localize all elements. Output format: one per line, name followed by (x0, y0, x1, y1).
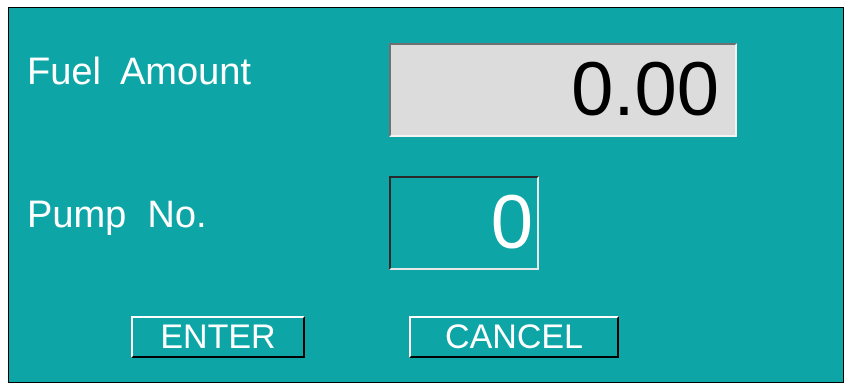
cancel-button[interactable]: CANCEL (409, 316, 619, 358)
pump-no-field[interactable]: 0 (389, 176, 539, 270)
fuel-amount-field[interactable]: 0.00 (389, 43, 737, 137)
pump-no-label: Pump No. (27, 194, 207, 236)
fuel-entry-panel: Fuel Amount 0.00 Pump No. 0 ENTER CANCEL (8, 7, 844, 383)
fuel-amount-label: Fuel Amount (27, 51, 251, 93)
enter-button[interactable]: ENTER (131, 316, 305, 358)
